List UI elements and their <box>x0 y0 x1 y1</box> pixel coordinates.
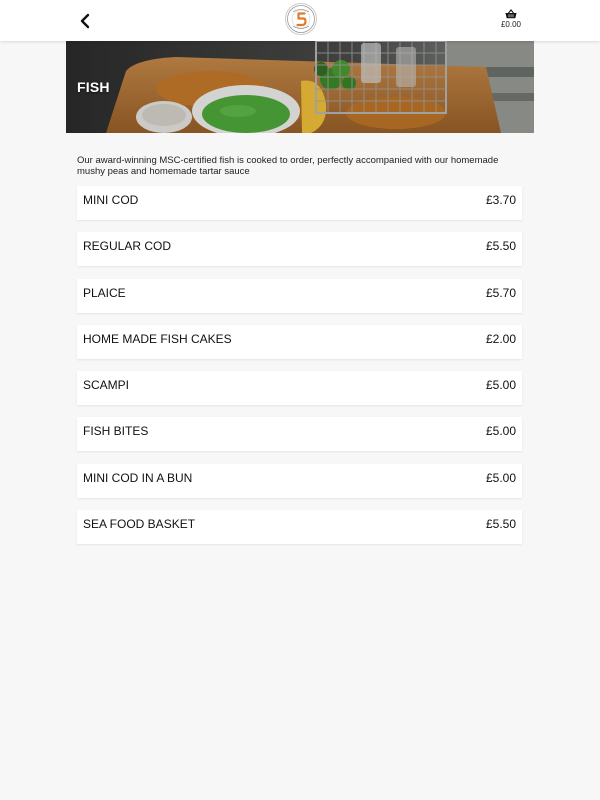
menu-item-price: £5.70 <box>485 285 516 300</box>
menu-item-price: £5.00 <box>485 378 516 393</box>
menu-item-price: £5.50 <box>485 239 516 254</box>
menu-list: MINI COD £3.70 REGULAR COD £5.50 PLAICE … <box>77 186 522 556</box>
menu-item-name: SCAMPI <box>83 378 130 393</box>
menu-item-price: £5.00 <box>485 424 516 439</box>
chevron-left-icon <box>80 13 90 29</box>
menu-item-name: REGULAR COD <box>83 239 172 254</box>
menu-item-price: £2.00 <box>485 331 516 346</box>
category-hero-image: FISH <box>66 41 534 133</box>
menu-item-name: SEA FOOD BASKET <box>83 517 196 532</box>
category-title: FISH <box>77 79 110 95</box>
menu-item-name: PLAICE <box>83 285 126 300</box>
menu-item-name: HOME MADE FISH CAKES <box>83 331 232 346</box>
menu-item-price: £3.70 <box>485 193 516 207</box>
basket-button[interactable]: £0.00 <box>496 9 526 33</box>
menu-item-name: MINI COD IN A BUN <box>83 470 193 485</box>
menu-item-name: MINI COD <box>83 193 139 207</box>
menu-item[interactable]: SEA FOOD BASKET £5.50 <box>77 510 522 545</box>
basket-icon <box>505 9 517 19</box>
menu-item-price: £5.00 <box>485 470 516 485</box>
menu-item[interactable]: MINI COD IN A BUN £5.00 <box>77 463 522 498</box>
fish-and-chips-photo <box>66 41 534 133</box>
menu-item-price: £5.50 <box>485 517 516 532</box>
basket-total: £0.00 <box>500 20 522 29</box>
top-bar: £0.00 <box>0 0 600 41</box>
menu-item-name: FISH BITES <box>83 424 149 439</box>
menu-item[interactable]: HOME MADE FISH CAKES £2.00 <box>77 324 522 359</box>
back-button[interactable] <box>74 10 96 32</box>
shop-logo[interactable] <box>285 3 317 35</box>
logo-emblem <box>287 5 315 33</box>
menu-item[interactable]: SCAMPI £5.00 <box>77 371 522 406</box>
menu-item[interactable]: FISH BITES £5.00 <box>77 417 522 452</box>
category-description: Our award-winning MSC-certified fish is … <box>77 154 499 177</box>
menu-item[interactable]: PLAICE £5.70 <box>77 278 522 313</box>
menu-item[interactable]: MINI COD £3.70 <box>77 186 522 220</box>
menu-item[interactable]: REGULAR COD £5.50 <box>77 232 522 267</box>
